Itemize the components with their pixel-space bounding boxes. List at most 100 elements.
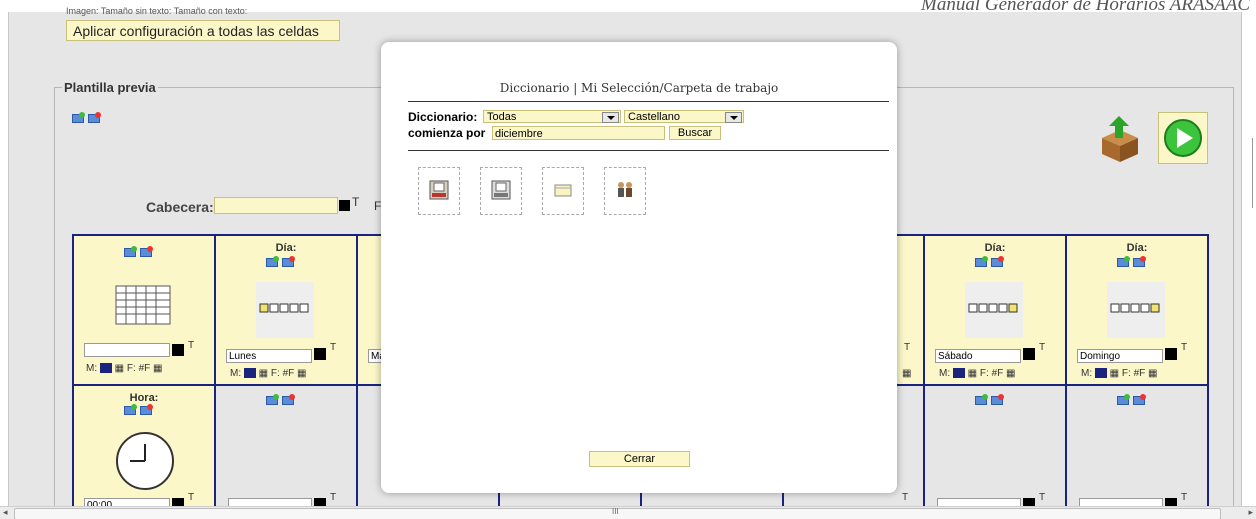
grid-icon[interactable]: ▦ [968, 368, 977, 379]
remove-image-icon[interactable] [991, 256, 1004, 267]
day-cell-format-row: M: ▦ F: #F ▦ [939, 368, 1015, 379]
day-label: Día: [984, 242, 1006, 254]
remove-image-icon[interactable] [1133, 256, 1146, 267]
hour-cell-actions [124, 404, 153, 415]
day-cell-text-input[interactable]: Lunes [226, 349, 312, 363]
result-item[interactable] [604, 167, 646, 215]
grid-icon[interactable]: ▦ [115, 363, 124, 374]
add-image-icon[interactable] [266, 394, 279, 405]
day-cell-actions [266, 256, 295, 267]
day-cell-color-swatch[interactable] [1165, 348, 1177, 360]
m-color-swatch[interactable] [243, 368, 256, 379]
language-select[interactable]: Castellano [624, 110, 744, 123]
chevron-down-icon[interactable] [725, 112, 742, 123]
remove-image-icon[interactable] [1133, 394, 1146, 405]
text-format-icon[interactable]: T [1181, 492, 1187, 503]
day-cell-text-input[interactable]: Sábado [935, 349, 1021, 363]
f-value: #F [991, 368, 1004, 379]
header-input[interactable] [214, 197, 338, 214]
schedule-cell[interactable]: T [1067, 386, 1207, 514]
hour-cell[interactable]: Hora: 00:00 T [74, 386, 214, 514]
remove-image-icon[interactable] [88, 112, 101, 123]
day-cell-color-swatch[interactable] [1023, 348, 1035, 360]
schedule-cell[interactable]: T [216, 386, 356, 514]
remove-image-icon[interactable] [140, 246, 153, 257]
f-label: F: [270, 368, 280, 379]
day-cell-domingo[interactable]: Día: Domingo T M: ▦ F: #F ▦ [1067, 236, 1207, 384]
title-divider [408, 101, 889, 102]
close-button[interactable]: Cerrar [589, 451, 690, 467]
day-thumbnail [256, 282, 314, 338]
remove-image-icon[interactable] [282, 394, 295, 405]
grid-icon[interactable]: ▦ [1006, 368, 1015, 379]
schedule-cell-actions [266, 394, 295, 405]
grid-icon[interactable]: ▦ [297, 368, 306, 379]
add-image-icon[interactable] [266, 256, 279, 267]
f-label: F: [979, 368, 989, 379]
grid-icon[interactable]: ▦ [1110, 368, 1119, 379]
day-label: Día: [275, 242, 297, 254]
remove-image-icon[interactable] [140, 404, 153, 415]
scroll-right-icon[interactable]: ▸ [1248, 507, 1253, 518]
text-format-icon[interactable]: T [188, 492, 194, 503]
template-image-actions [72, 112, 101, 123]
corner-cell-color-swatch[interactable] [172, 344, 184, 356]
add-image-icon[interactable] [124, 246, 137, 257]
remove-image-icon[interactable] [282, 256, 295, 267]
text-format-icon[interactable]: T [1039, 342, 1045, 353]
schedule-cell-actions [1117, 394, 1146, 405]
text-format-icon[interactable]: T [352, 195, 359, 209]
grid-icon[interactable]: ▦ [153, 363, 162, 374]
day-cell-sabado[interactable]: Día: Sábado T M: ▦ F: #F ▦ [925, 236, 1065, 384]
text-format-icon[interactable]: T [904, 342, 910, 353]
export-box-icon[interactable] [1098, 116, 1142, 164]
envelope-icon [553, 180, 573, 200]
dictionary-dialog: Diccionario | Mi Selección/Carpeta de tr… [381, 42, 897, 493]
generate-play-button[interactable] [1158, 112, 1208, 164]
result-item[interactable] [542, 167, 584, 215]
grid-icon[interactable]: ▦ [259, 368, 268, 379]
m-color-swatch[interactable] [1094, 368, 1107, 379]
add-image-icon[interactable] [1117, 256, 1130, 267]
search-button[interactable]: Buscar [669, 126, 721, 140]
grid-corner-cell[interactable]: T M: ▦ F: #F ▦ [74, 236, 214, 384]
m-color-swatch[interactable] [952, 368, 965, 379]
grid-icon[interactable]: ▦ [902, 368, 911, 379]
day-cell-format-row: M: ▦ F: #F ▦ [1081, 368, 1157, 379]
day-label: Día: [1126, 242, 1148, 254]
result-item[interactable] [480, 167, 522, 215]
corner-cell-text-input[interactable] [84, 343, 170, 357]
add-image-icon[interactable] [124, 404, 137, 415]
add-image-icon[interactable] [975, 256, 988, 267]
header-color-swatch[interactable] [339, 200, 350, 211]
text-format-icon[interactable]: T [1039, 492, 1045, 503]
schedule-cell[interactable]: T [925, 386, 1065, 514]
apply-config-all-cells-button[interactable]: Aplicar configuración a todas las celdas [66, 20, 340, 41]
text-format-icon[interactable]: T [330, 492, 336, 503]
grid-icon[interactable]: ▦ [1148, 368, 1157, 379]
day-cell-color-swatch[interactable] [314, 348, 326, 360]
chevron-down-icon[interactable] [602, 112, 619, 123]
search-input[interactable]: diciembre [492, 126, 665, 140]
text-format-icon[interactable]: T [330, 342, 336, 353]
scroll-left-icon[interactable]: ◂ [3, 507, 8, 518]
add-image-icon[interactable] [72, 112, 85, 123]
add-image-icon[interactable] [1117, 394, 1130, 405]
horizontal-scrollbar[interactable]: ◂ III ▸ [0, 506, 1256, 519]
remove-image-icon[interactable] [991, 394, 1004, 405]
people-icon [615, 180, 635, 200]
text-format-icon[interactable]: T [188, 340, 194, 351]
m-color-swatch[interactable] [99, 363, 112, 374]
text-format-icon[interactable]: T [1181, 342, 1187, 353]
calendar-icon [429, 180, 449, 200]
day-cell-actions [975, 256, 1004, 267]
day-cell-lunes[interactable]: Día: Lunes T M: ▦ F: #F ▦ [216, 236, 356, 384]
result-item[interactable] [418, 167, 460, 215]
language-selected-value: Castellano [628, 111, 680, 123]
day-cell-text-input[interactable]: Domingo [1077, 349, 1163, 363]
dictionary-select[interactable]: Todas [483, 110, 621, 123]
dictionary-selected-value: Todas [487, 111, 517, 123]
day-thumbnail [1107, 282, 1165, 338]
add-image-icon[interactable] [975, 394, 988, 405]
text-format-icon[interactable]: T [902, 492, 908, 503]
